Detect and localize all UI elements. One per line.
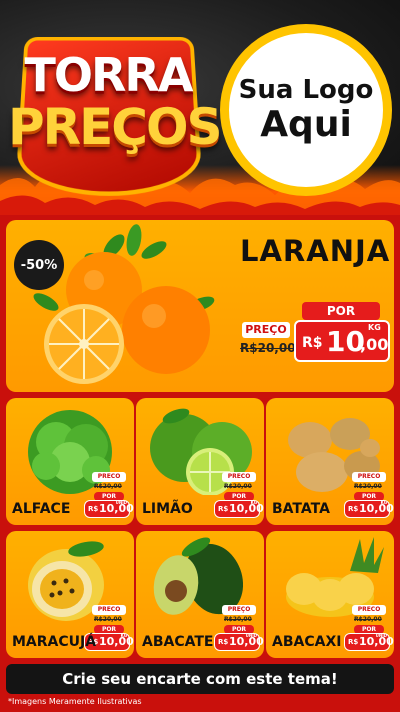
cta-bar: Crie seu encarte com este tema! (6, 664, 394, 694)
price-old-value: R$20,00 (224, 616, 252, 623)
brand-line-1: TORRA (24, 48, 194, 102)
price-value: 10,00 (99, 635, 134, 648)
price-tag: R$ 10,00 KG (214, 500, 264, 518)
price-currency: R$ (218, 505, 229, 513)
product-name: ABACATE (142, 634, 214, 650)
price-old-value: R$20,00 (224, 483, 252, 490)
price-old-value: R$20,00 (354, 616, 382, 623)
product-name: LIMÃO (142, 501, 193, 517)
price-old-label: PREÇO (222, 605, 256, 615)
price-tag: R$ 10 ,00 KG (294, 320, 390, 362)
price-old-label: PRECO (92, 472, 126, 482)
product-name: ALFACE (12, 501, 71, 517)
header-banner: TORRA PREÇOS Sua Logo Aqui (0, 0, 400, 215)
price-tag: R$ 10,00 UNID (214, 633, 264, 651)
product-card: PRECO R$20,00 POR R$ 10,00 KG MARACUJÁ (6, 531, 134, 658)
price-unit: KG (368, 323, 381, 332)
price-unit: UNID (245, 633, 257, 638)
price-unit: UNID (375, 633, 387, 638)
logo-line-1: Sua Logo (238, 75, 374, 106)
store-logo-placeholder: Sua Logo Aqui (220, 24, 392, 196)
price-old-label: PRECO (352, 472, 386, 482)
logo-line-2: Aqui (260, 104, 352, 146)
price-currency: R$ (88, 505, 99, 513)
price-currency: R$ (302, 335, 323, 351)
price-old-label: PREÇO (242, 322, 290, 338)
price-old-value: R$20,00 (94, 616, 122, 623)
price-decimal: ,00 (360, 335, 389, 354)
price-tag: R$ 10,00 UNID (84, 500, 134, 518)
product-name: MARACUJÁ (12, 634, 97, 650)
price-currency: R$ (218, 638, 229, 646)
price-tag: R$ 10,00 UNID (344, 633, 394, 651)
price-unit: KG (120, 633, 127, 638)
disclaimer: *Imagens Meramente Ilustrativas (8, 697, 142, 706)
price-value: 10,00 (229, 502, 264, 515)
price-old-value: R$20,00 (240, 341, 296, 355)
price-unit: KG (380, 500, 387, 505)
product-name: LARANJA (240, 234, 391, 268)
product-card: PREÇO R$20,00 POR R$ 10,00 UNID ABACATE (136, 531, 264, 658)
product-name: BATATA (272, 501, 330, 517)
product-name: ABACAXI (272, 634, 342, 650)
price-tag: R$ 10,00 KG (344, 500, 394, 518)
price-old-value: R$20,00 (94, 483, 122, 490)
product-card: PRECO R$20,00 POR R$ 10,00 UNID ABACAXI (266, 531, 394, 658)
price-unit: KG (250, 500, 257, 505)
product-card: PRECO R$20,00 POR R$ 10,00 KG BATATA (266, 398, 394, 525)
product-card: PRECO R$20,00 POR R$ 10,00 UNID ALFACE (6, 398, 134, 525)
brand-line-2: PREÇOS (8, 98, 223, 156)
price-currency: R$ (348, 638, 359, 646)
price-new-label: POR (302, 302, 380, 320)
price-old-value: R$20,00 (354, 483, 382, 490)
featured-product-card: -50% LARANJA POR PREÇO R$20,00 R$ 10 ,00… (6, 220, 394, 392)
product-card: PRECO R$20,00 POR R$ 10,00 KG LIMÃO (136, 398, 264, 525)
price-old-label: PRECO (222, 472, 256, 482)
price-currency: R$ (348, 505, 359, 513)
brand-logo: TORRA PREÇOS (8, 20, 223, 200)
price-unit: UNID (115, 500, 127, 505)
price-value: 10,00 (359, 502, 394, 515)
price-old-label: PRECO (352, 605, 386, 615)
price-old-label: PRECO (92, 605, 126, 615)
discount-badge: -50% (14, 240, 64, 290)
